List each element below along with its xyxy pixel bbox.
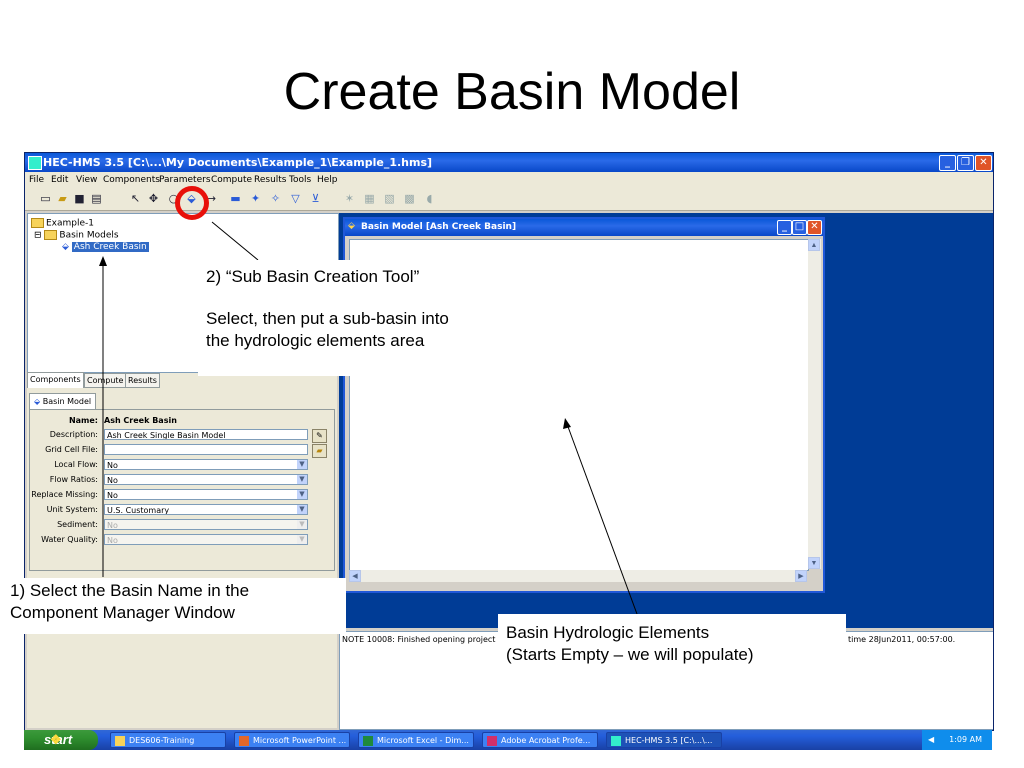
- callout-elements-line2: (Starts Empty – we will populate): [506, 645, 754, 664]
- callout-select-line2: Component Manager Window: [10, 603, 235, 622]
- callout-elements-line1: Basin Hydrologic Elements: [506, 623, 710, 642]
- arrow-to-tool: [211, 221, 259, 261]
- callout-select-basin: 1) Select the Basin Name in the Componen…: [4, 578, 346, 634]
- arrow-to-basin-name-head: [99, 256, 107, 266]
- callout-tool-line2: Select, then put a sub-basin into: [206, 309, 449, 328]
- callout-tool-line3: the hydrologic elements area: [206, 331, 425, 350]
- callout-subbasin-tool: 2) “Sub Basin Creation Tool” Select, the…: [198, 260, 538, 376]
- arrow-to-canvas: [566, 423, 638, 615]
- callout-hydrologic-elements: Basin Hydrologic Elements (Starts Empty …: [498, 614, 846, 678]
- callout-select-line1: 1) Select the Basin Name in the: [10, 581, 250, 600]
- arrow-to-canvas-head: [563, 418, 571, 429]
- callout-tool-line1: 2) “Sub Basin Creation Tool”: [206, 267, 420, 286]
